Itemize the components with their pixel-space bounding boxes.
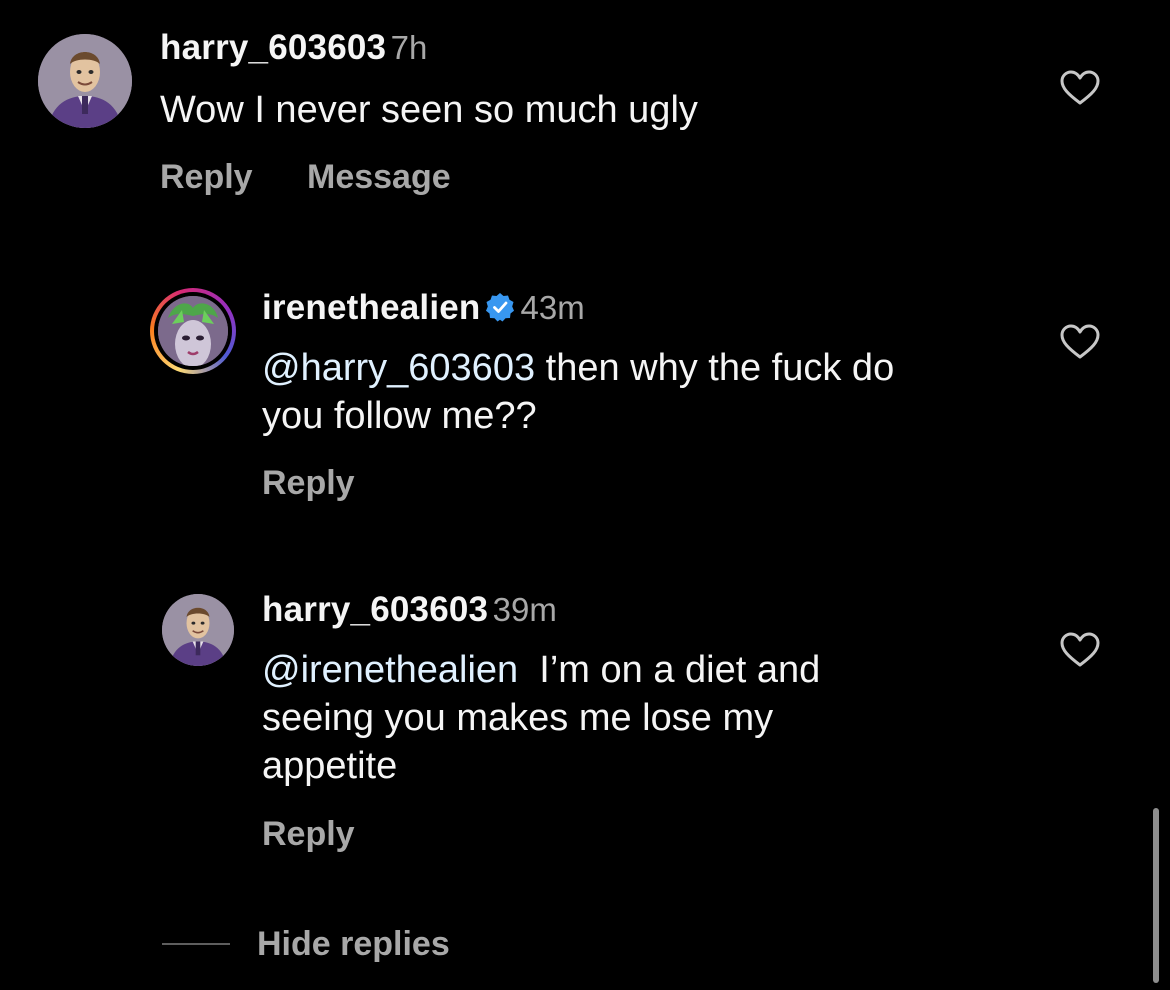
toy-cowboy-avatar-icon bbox=[38, 34, 132, 128]
avatar[interactable] bbox=[162, 594, 234, 666]
comment-text: Wow I never seen so much ugly bbox=[160, 89, 698, 131]
comment-timestamp: 7h bbox=[390, 29, 428, 66]
heart-icon[interactable] bbox=[1060, 632, 1100, 668]
reply-text-line: you follow me?? bbox=[262, 395, 537, 437]
heart-icon[interactable] bbox=[1060, 70, 1100, 106]
avatar-story-ring[interactable] bbox=[150, 288, 236, 374]
reply-timestamp: 43m bbox=[520, 289, 585, 326]
heart-icon[interactable] bbox=[1060, 324, 1100, 360]
reply-timestamp: 39m bbox=[492, 591, 557, 628]
toy-cowboy-avatar-icon bbox=[162, 594, 234, 666]
reply-button[interactable]: Reply bbox=[262, 464, 355, 503]
reply-text-line: seeing you makes me lose my bbox=[262, 697, 774, 739]
reply-username[interactable]: harry_603603 bbox=[262, 590, 488, 629]
reply-button[interactable]: Reply bbox=[160, 158, 253, 197]
reply-text: I’m on a diet and bbox=[518, 649, 821, 691]
comment-username[interactable]: harry_603603 bbox=[160, 28, 386, 67]
scrollbar[interactable] bbox=[1153, 808, 1159, 983]
hide-replies-button[interactable]: Hide replies bbox=[257, 925, 450, 964]
reply-username[interactable]: irenethealien bbox=[262, 288, 481, 327]
mention-link[interactable]: @harry_603603 bbox=[262, 347, 535, 389]
reply-text: then why the fuck do bbox=[535, 347, 895, 389]
reply-text-line: appetite bbox=[262, 745, 398, 787]
verified-badge-icon bbox=[485, 293, 514, 322]
alien-avatar-icon bbox=[158, 296, 228, 366]
message-button[interactable]: Message bbox=[307, 158, 451, 197]
mention-link[interactable]: @irenethealien bbox=[262, 649, 518, 691]
reply-button[interactable]: Reply bbox=[262, 815, 355, 854]
avatar[interactable] bbox=[38, 34, 132, 128]
hide-replies-divider bbox=[162, 943, 230, 945]
